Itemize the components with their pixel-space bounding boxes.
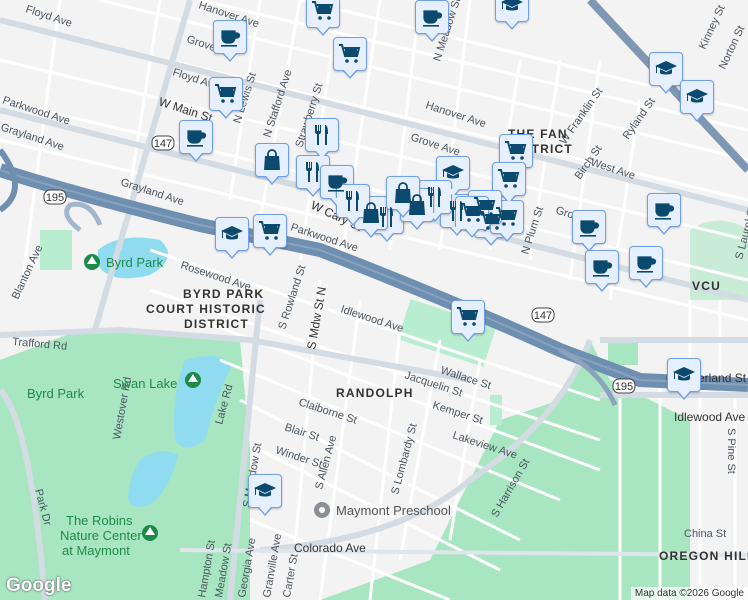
- cart-marker[interactable]: [306, 0, 340, 36]
- cart-marker[interactable]: [455, 196, 489, 238]
- svg-text:VCU: VCU: [692, 279, 721, 293]
- cart-marker[interactable]: [499, 134, 533, 176]
- google-logo: Google: [6, 575, 72, 596]
- svg-text:147: 147: [154, 138, 172, 150]
- svg-text:195: 195: [46, 192, 64, 204]
- shopping-bag-icon: [260, 148, 284, 172]
- coffee-marker[interactable]: [585, 250, 619, 292]
- coffee-marker[interactable]: [179, 120, 213, 162]
- svg-text:China St: China St: [684, 528, 726, 540]
- graduation-cap-icon: [500, 0, 524, 17]
- map-attribution[interactable]: Map data ©2026 Google: [630, 587, 748, 600]
- svg-text:Byrd Park: Byrd Park: [106, 255, 164, 270]
- fork-knife-icon: [310, 123, 334, 147]
- shopping-bag-icon: [391, 181, 415, 205]
- svg-text:The Robins: The Robins: [66, 513, 133, 528]
- restaurant-marker[interactable]: [336, 184, 370, 226]
- svg-text:S Pine St: S Pine St: [725, 428, 737, 474]
- svg-text:Maymont Preschool: Maymont Preschool: [336, 503, 451, 518]
- coffee-cup-icon: [634, 251, 658, 275]
- education-marker[interactable]: [680, 80, 714, 122]
- svg-text:at Maymont: at Maymont: [62, 543, 130, 558]
- fork-knife-icon: [301, 160, 325, 184]
- svg-text:Nature Center: Nature Center: [60, 528, 142, 543]
- cart-marker[interactable]: [209, 77, 243, 119]
- coffee-cup-icon: [577, 215, 601, 239]
- graduation-cap-icon: [253, 479, 277, 503]
- route-195-shield: 195: [612, 378, 636, 394]
- svg-text:195: 195: [615, 381, 633, 393]
- coffee-marker[interactable]: [572, 210, 606, 252]
- coffee-marker[interactable]: [415, 0, 449, 42]
- cart-marker[interactable]: [333, 37, 367, 79]
- svg-text:BYRD PARK: BYRD PARK: [183, 287, 264, 301]
- coffee-marker[interactable]: [213, 20, 247, 62]
- coffee-marker[interactable]: [647, 193, 681, 235]
- coffee-cup-icon: [218, 25, 242, 49]
- map-canvas[interactable]: 147 195 147 195 Floyd Ave Hanover Ave Gr…: [0, 0, 748, 600]
- fork-knife-icon: [341, 189, 365, 213]
- education-marker[interactable]: [215, 217, 249, 259]
- svg-text:147: 147: [534, 310, 552, 322]
- coffee-cup-icon: [184, 125, 208, 149]
- svg-text:COURT HISTORIC: COURT HISTORIC: [146, 302, 266, 316]
- shopping-cart-icon: [214, 82, 238, 106]
- restaurant-marker[interactable]: [305, 118, 339, 160]
- cart-marker[interactable]: [492, 162, 526, 204]
- graduation-cap-icon: [220, 222, 244, 246]
- coffee-cup-icon: [420, 5, 444, 29]
- shopping-cart-icon: [497, 167, 521, 191]
- coffee-cup-icon: [652, 198, 676, 222]
- education-marker[interactable]: [649, 52, 683, 94]
- route-147-shield: 147: [151, 135, 175, 151]
- education-marker[interactable]: [495, 0, 529, 30]
- shopping-cart-icon: [258, 219, 282, 243]
- svg-text:DISTRICT: DISTRICT: [184, 317, 249, 331]
- graduation-cap-icon: [672, 363, 696, 387]
- svg-text:Idlewood Ave: Idlewood Ave: [674, 410, 745, 424]
- route-195-shield: 195: [43, 189, 67, 205]
- cart-marker[interactable]: [451, 300, 485, 342]
- graduation-cap-icon: [685, 85, 709, 109]
- shopping-marker[interactable]: [255, 143, 289, 185]
- shopping-cart-icon: [460, 201, 484, 225]
- shopping-cart-icon: [311, 0, 335, 23]
- route-147-shield: 147: [531, 307, 555, 323]
- graduation-cap-icon: [441, 161, 465, 185]
- svg-text:Swan Lake: Swan Lake: [113, 376, 177, 391]
- shopping-cart-icon: [495, 205, 519, 229]
- education-marker[interactable]: [248, 474, 282, 516]
- graduation-cap-icon: [654, 57, 678, 81]
- svg-text:Byrd Park: Byrd Park: [27, 386, 85, 401]
- shopping-cart-icon: [338, 42, 362, 66]
- coffee-marker[interactable]: [629, 246, 663, 288]
- coffee-cup-icon: [590, 255, 614, 279]
- svg-text:RANDOLPH: RANDOLPH: [336, 386, 414, 400]
- shopping-marker[interactable]: [386, 176, 420, 218]
- svg-text:OREGON HILL: OREGON HILL: [659, 549, 748, 563]
- cart-marker[interactable]: [253, 214, 287, 256]
- svg-text:Colorado Ave: Colorado Ave: [294, 541, 366, 555]
- education-marker[interactable]: [667, 358, 701, 400]
- shopping-cart-icon: [504, 139, 528, 163]
- shopping-cart-icon: [456, 305, 480, 329]
